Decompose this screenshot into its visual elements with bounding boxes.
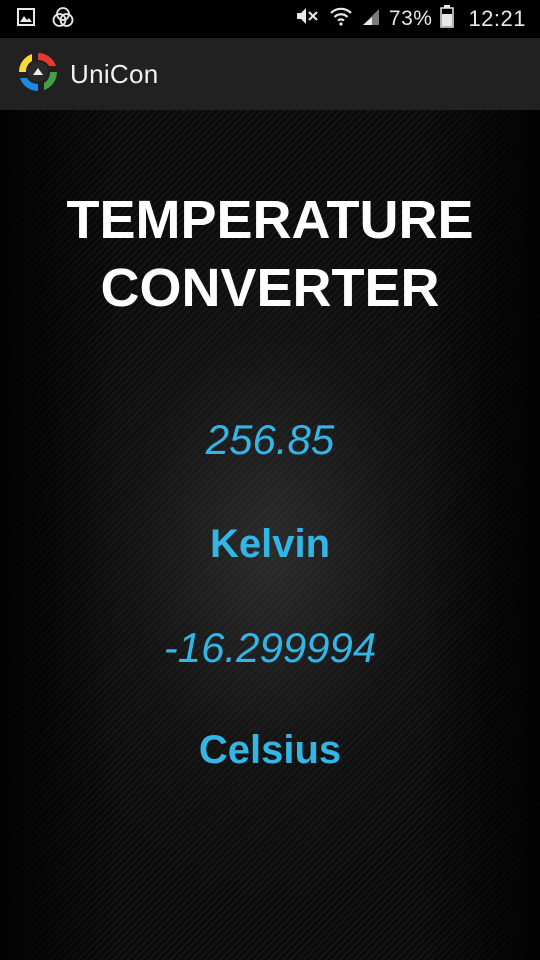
title-line-2: CONVERTER [100, 258, 440, 318]
converter-screen: TEMPERATURE CONVERTER 256.85 Kelvin -16.… [0, 110, 540, 960]
unicon-logo-icon [16, 50, 60, 99]
mute-icon [295, 5, 321, 33]
title-line-1: TEMPERATURE [66, 190, 474, 250]
input-value[interactable]: 256.85 [0, 416, 540, 464]
page-title: TEMPERATURE CONVERTER [0, 186, 540, 322]
input-unit-selector[interactable]: Kelvin [0, 522, 540, 567]
clock: 12:21 [468, 6, 526, 31]
status-left-icons [16, 6, 74, 33]
app-bar: UniCon [0, 38, 540, 110]
battery-icon [440, 4, 455, 34]
output-unit-selector[interactable]: Celsius [0, 728, 540, 773]
gallery-icon [16, 7, 36, 32]
wifi-icon [329, 5, 353, 33]
output-value: -16.299994 [163, 624, 377, 671]
app-title: UniCon [70, 58, 159, 89]
status-right-icons: 73% 12:21 [295, 4, 526, 34]
status-bar: 73% 12:21 [0, 0, 540, 38]
aperture-icon [52, 6, 74, 33]
signal-icon [361, 5, 381, 33]
battery-percent: 73% [388, 7, 433, 30]
